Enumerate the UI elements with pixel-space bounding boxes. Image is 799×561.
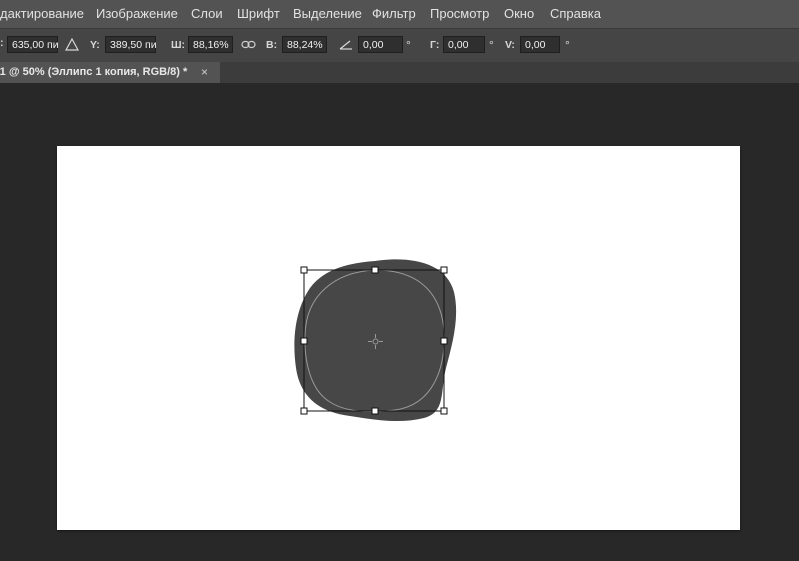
canvas-artwork [294,259,457,422]
transform-handle-bottom-left[interactable] [300,407,308,415]
transform-handle-top-right[interactable] [440,266,448,274]
ellipse-shape[interactable] [294,259,457,422]
transform-handle-bottom-right[interactable] [440,407,448,415]
transform-handle-bottom[interactable] [371,407,379,415]
transform-handle-right[interactable] [440,337,448,345]
transform-handle-top-left[interactable] [300,266,308,274]
transform-handle-left[interactable] [300,337,308,345]
transform-handle-top[interactable] [371,266,379,274]
